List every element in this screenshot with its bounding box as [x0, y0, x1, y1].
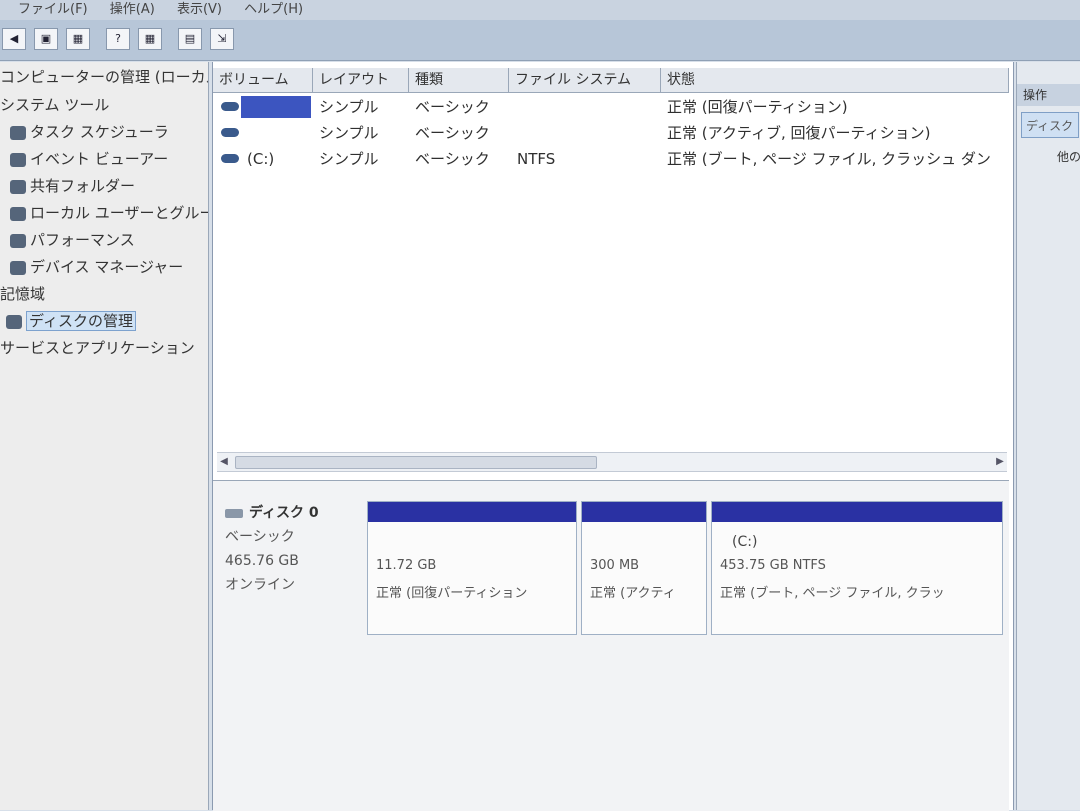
- tree-label: サービスとアプリケーション: [0, 339, 195, 357]
- tree-label: システム ツール: [0, 96, 110, 114]
- tree-label: パフォーマンス: [30, 231, 135, 249]
- partition-bar: [712, 502, 1002, 522]
- partition-status: 正常 (アクティ: [590, 586, 676, 601]
- device-manager-icon: [10, 260, 26, 275]
- disk-icon: [225, 508, 243, 518]
- partition-label: (C:): [732, 534, 758, 550]
- partition-status: 正常 (ブート, ページ ファイル, クラッ: [720, 586, 945, 601]
- shared-folder-icon: [10, 179, 26, 194]
- volume-type: ベーシック: [415, 98, 490, 116]
- partition-status: 正常 (回復パーティション: [376, 586, 528, 601]
- export-icon[interactable]: ⇲: [210, 28, 234, 50]
- column-volume[interactable]: ボリューム: [213, 68, 313, 92]
- volume-type: ベーシック: [415, 124, 490, 142]
- tree-item-shared-folders[interactable]: 共有フォルダー: [10, 173, 135, 199]
- volume-icon: [221, 128, 239, 137]
- volume-icon: [221, 102, 239, 111]
- column-status[interactable]: 状態: [661, 68, 1009, 92]
- help-icon[interactable]: ?: [106, 28, 130, 50]
- tree-item-services-apps[interactable]: サービスとアプリケーション: [0, 335, 195, 361]
- volume-selection: [241, 96, 311, 118]
- volume-status: 正常 (ブート, ページ ファイル, クラッシュ ダン: [667, 150, 991, 168]
- column-layout[interactable]: レイアウト: [313, 68, 409, 92]
- scroll-thumb[interactable]: [235, 456, 597, 469]
- clock-icon: [10, 125, 26, 140]
- actions-pane: 操作 ディスク 他の: [1016, 62, 1080, 810]
- menu-view[interactable]: 表示(V): [177, 0, 222, 20]
- actions-selected-label: ディスク: [1026, 119, 1074, 133]
- users-icon: [10, 206, 26, 221]
- properties-icon[interactable]: ▤: [178, 28, 202, 50]
- disk-size: 465.76 GB: [225, 553, 299, 569]
- volume-icon: [221, 154, 239, 163]
- volume-status: 正常 (回復パーティション): [667, 98, 848, 116]
- back-arrow-icon[interactable]: ◀: [2, 28, 26, 50]
- scroll-right-icon[interactable]: ▶: [993, 453, 1007, 471]
- tree-root-label: コンピューターの管理 (ローカル): [0, 68, 209, 86]
- actions-header: 操作: [1017, 84, 1080, 106]
- volume-row[interactable]: シンプル ベーシック 正常 (アクティブ, 回復パーティション): [213, 120, 1009, 146]
- partition-recovery[interactable]: 11.72 GB 正常 (回復パーティション: [367, 501, 577, 635]
- menu-action[interactable]: 操作(A): [110, 0, 155, 20]
- volume-type: ベーシック: [415, 150, 490, 168]
- partition-c[interactable]: (C:) 453.75 GB NTFS 正常 (ブート, ページ ファイル, ク…: [711, 501, 1003, 635]
- menu-bar: ファイル(F) 操作(A) 表示(V) ヘルプ(H): [0, 0, 1080, 20]
- disk-name: ディスク 0: [249, 505, 319, 521]
- tree-item-device-manager[interactable]: デバイス マネージャー: [10, 254, 183, 280]
- disk-type: ベーシック: [225, 529, 295, 545]
- volume-list-header: ボリューム レイアウト 種類 ファイル システム 状態: [213, 68, 1009, 93]
- column-filesystem[interactable]: ファイル システム: [509, 68, 661, 92]
- volume-row[interactable]: (C:) シンプル ベーシック NTFS 正常 (ブート, ページ ファイル, …: [213, 146, 1009, 172]
- tree-item-task-scheduler[interactable]: タスク スケジューラ: [10, 119, 169, 145]
- partition-size: 11.72 GB: [376, 558, 437, 573]
- view-icon[interactable]: ▦: [138, 28, 162, 50]
- disk-graphical-view: ディスク 0 ベーシック 465.76 GB オンライン 11.72 GB 正常…: [213, 480, 1009, 811]
- tree-item-system-tools[interactable]: システム ツール: [0, 92, 109, 118]
- volume-layout: シンプル: [319, 150, 379, 168]
- disk-icon: [6, 314, 22, 329]
- tree-item-storage[interactable]: 記憶域: [0, 281, 45, 307]
- event-viewer-icon: [10, 152, 26, 167]
- console-tree: コンピューターの管理 (ローカル) システム ツール タスク スケジューラ イベ…: [0, 62, 209, 810]
- tree-label: デバイス マネージャー: [30, 258, 184, 276]
- volume-filesystem: NTFS: [517, 150, 556, 168]
- menu-help[interactable]: ヘルプ(H): [244, 0, 303, 20]
- tree-label: イベント ビューアー: [30, 150, 169, 168]
- tree-label: ローカル ユーザーとグループ: [30, 204, 209, 222]
- partition-bar: [368, 502, 576, 522]
- disk-status: オンライン: [225, 577, 295, 593]
- actions-more[interactable]: 他の: [1057, 148, 1080, 165]
- toolbar: ◀ ▣ ▦ ? ▦ ▤ ⇲: [0, 20, 1080, 61]
- partition-bar: [582, 502, 706, 522]
- scroll-left-icon[interactable]: ◀: [217, 453, 231, 471]
- volume-name: (C:): [247, 150, 275, 168]
- tree-label: 共有フォルダー: [30, 177, 136, 195]
- volume-status: 正常 (アクティブ, 回復パーティション): [667, 124, 931, 142]
- disk-info[interactable]: ディスク 0 ベーシック 465.76 GB オンライン: [225, 501, 365, 597]
- partition-size: 453.75 GB NTFS: [720, 558, 826, 573]
- folder-icon[interactable]: ▣: [34, 28, 58, 50]
- tree-label: タスク スケジューラ: [30, 123, 169, 141]
- column-type[interactable]: 種類: [409, 68, 509, 92]
- partition-size: 300 MB: [590, 558, 640, 573]
- tree-label: ディスクの管理: [26, 311, 136, 331]
- partition-active[interactable]: 300 MB 正常 (アクティ: [581, 501, 707, 635]
- tree-label: 記憶域: [0, 285, 46, 303]
- performance-icon: [10, 233, 26, 248]
- tree-item-disk-management[interactable]: ディスクの管理: [6, 308, 136, 334]
- tree-root[interactable]: コンピューターの管理 (ローカル): [0, 64, 209, 90]
- tree-item-local-users[interactable]: ローカル ユーザーとグループ: [10, 200, 209, 226]
- main-pane: ボリューム レイアウト 種類 ファイル システム 状態 シンプル ベーシック 正…: [212, 62, 1014, 811]
- tree-item-event-viewer[interactable]: イベント ビューアー: [10, 146, 168, 172]
- volume-row[interactable]: シンプル ベーシック 正常 (回復パーティション): [213, 94, 1009, 120]
- actions-selected-item[interactable]: ディスク: [1021, 112, 1079, 138]
- menu-file[interactable]: ファイル(F): [18, 0, 88, 20]
- view-icon[interactable]: ▦: [66, 28, 90, 50]
- horizontal-scrollbar[interactable]: ◀ ▶: [217, 452, 1007, 472]
- tree-item-performance[interactable]: パフォーマンス: [10, 227, 135, 253]
- volume-layout: シンプル: [319, 98, 379, 116]
- volume-layout: シンプル: [319, 124, 379, 142]
